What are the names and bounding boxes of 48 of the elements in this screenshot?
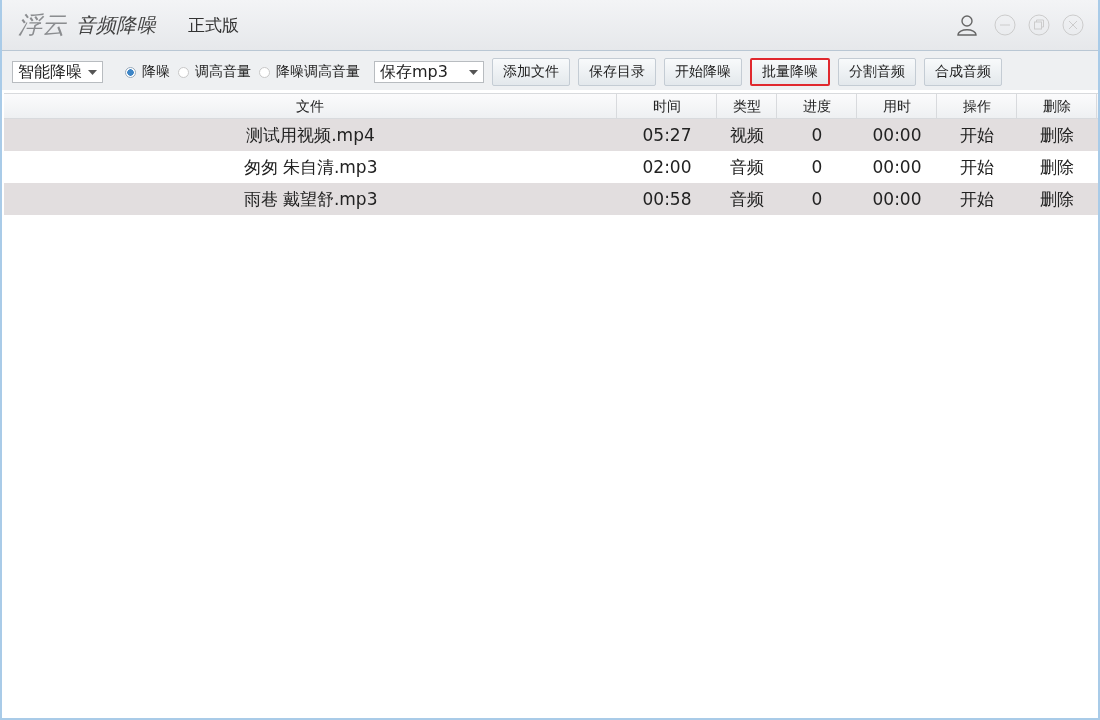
restore-icon[interactable] (1028, 14, 1050, 36)
duration: 00:58 (641, 188, 693, 211)
edition-label: 正式版 (188, 13, 239, 37)
duration: 02:00 (641, 156, 693, 179)
progress-value: 0 (810, 156, 824, 179)
start-link[interactable]: 开始 (937, 151, 1017, 183)
file-type: 视频 (729, 124, 765, 147)
elapsed-time: 00:00 (871, 188, 923, 211)
toolbar-button[interactable]: 批量降噪 (750, 58, 830, 86)
caret-icon (469, 69, 478, 75)
close-icon[interactable] (1062, 14, 1084, 36)
user-icon[interactable] (956, 14, 978, 36)
format-dropdown[interactable]: 保存mp3 (374, 61, 484, 83)
toolbar-button[interactable]: 开始降噪 (664, 58, 742, 86)
delete-link[interactable]: 删除 (1017, 183, 1097, 215)
file-name: 测试用视频.mp4 (245, 124, 376, 147)
column-header[interactable]: 时间 (617, 94, 717, 118)
delete-link[interactable]: 删除 (1017, 151, 1097, 183)
file-name: 雨巷 戴望舒.mp3 (242, 188, 379, 211)
file-type: 音频 (729, 156, 765, 179)
duration: 05:27 (641, 124, 693, 147)
column-header[interactable]: 用时 (857, 94, 937, 118)
caret-icon (88, 69, 97, 75)
app-name: 音频降噪 (76, 11, 156, 39)
progress-value: 0 (810, 188, 824, 211)
column-header[interactable]: 操作 (937, 94, 1017, 118)
toolbar-button[interactable]: 合成音频 (924, 58, 1002, 86)
logo-text: 浮云 (18, 10, 66, 41)
mode-dropdown[interactable]: 智能降噪 (12, 61, 103, 83)
radio-option[interactable]: 降噪 (125, 63, 170, 81)
column-header[interactable]: 删除 (1017, 94, 1097, 118)
progress-value: 0 (810, 124, 824, 147)
toolbar-button[interactable]: 添加文件 (492, 58, 570, 86)
file-name: 匆匆 朱自清.mp3 (242, 156, 379, 179)
radio-option[interactable]: 降噪调高音量 (259, 63, 360, 81)
start-link[interactable]: 开始 (937, 119, 1017, 151)
start-link[interactable]: 开始 (937, 183, 1017, 215)
toolbar-button[interactable]: 保存目录 (578, 58, 656, 86)
delete-link[interactable]: 删除 (1017, 119, 1097, 151)
column-header[interactable]: 文件 (4, 94, 617, 118)
elapsed-time: 00:00 (871, 124, 923, 147)
elapsed-time: 00:00 (871, 156, 923, 179)
toolbar-button[interactable]: 分割音频 (838, 58, 916, 86)
radio-option[interactable]: 调高音量 (178, 63, 251, 81)
file-type: 音频 (729, 188, 765, 211)
minimize-icon[interactable] (994, 14, 1016, 36)
column-header[interactable]: 进度 (777, 94, 857, 118)
column-header[interactable]: 类型 (717, 94, 777, 118)
